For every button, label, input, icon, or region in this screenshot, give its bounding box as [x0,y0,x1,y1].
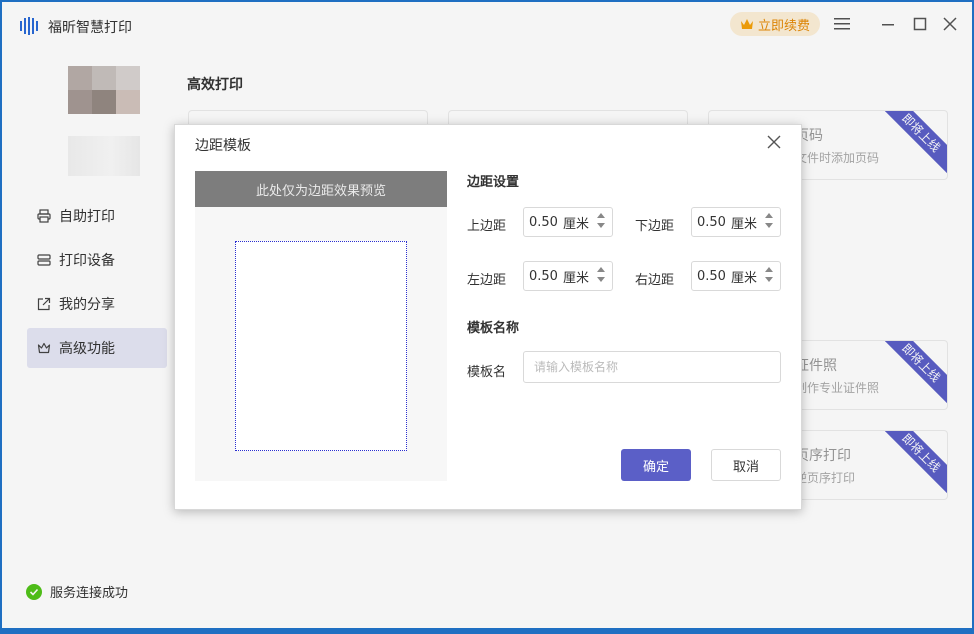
caret-down-icon[interactable] [765,277,773,282]
preview-label: 此处仅为边距效果预览 [195,171,447,207]
stepper-unit: 厘米 [563,270,590,286]
bottom-margin-stepper[interactable]: 0.50 厘米 [691,207,781,237]
stepper-value: 0.50 [697,268,726,284]
top-margin-label: 上边距 [467,219,507,234]
margin-section-title: 边距设置 [467,175,520,190]
caret-down-icon[interactable] [597,277,605,282]
stepper-unit: 厘米 [563,216,590,232]
left-margin-label: 左边距 [467,273,507,288]
right-margin-label: 右边距 [635,273,675,288]
app-window: 福昕智慧打印 立即续费 自助打印 打印设备 我的分享 高级功能 服务连接成功 高… [2,2,972,628]
cancel-button[interactable]: 取消 [711,449,781,481]
stepper-value: 0.50 [529,214,558,230]
caret-up-icon[interactable] [765,267,773,272]
top-margin-stepper[interactable]: 0.50 厘米 [523,207,613,237]
stepper-unit: 厘米 [731,216,758,232]
caret-up-icon[interactable] [765,213,773,218]
dialog-title: 边距模板 [195,138,251,154]
stepper-unit: 厘米 [731,270,758,286]
bottom-margin-label: 下边距 [635,219,675,234]
caret-down-icon[interactable] [765,223,773,228]
close-icon[interactable] [765,133,783,151]
stepper-value: 0.50 [529,268,558,284]
template-name-input[interactable] [523,351,781,383]
margin-template-dialog: 边距模板 此处仅为边距效果预览 边距设置 上边距 0.50 厘米 下边距 0.5… [174,124,802,510]
caret-down-icon[interactable] [597,223,605,228]
name-section-title: 模板名称 [467,321,520,336]
stepper-value: 0.50 [697,214,726,230]
margin-preview: 此处仅为边距效果预览 [195,171,447,481]
caret-up-icon[interactable] [597,267,605,272]
left-margin-stepper[interactable]: 0.50 厘米 [523,261,613,291]
caret-up-icon[interactable] [597,213,605,218]
preview-page [235,241,407,451]
right-margin-stepper[interactable]: 0.50 厘米 [691,261,781,291]
confirm-button[interactable]: 确定 [621,449,691,481]
template-name-label: 模板名 [467,365,507,380]
